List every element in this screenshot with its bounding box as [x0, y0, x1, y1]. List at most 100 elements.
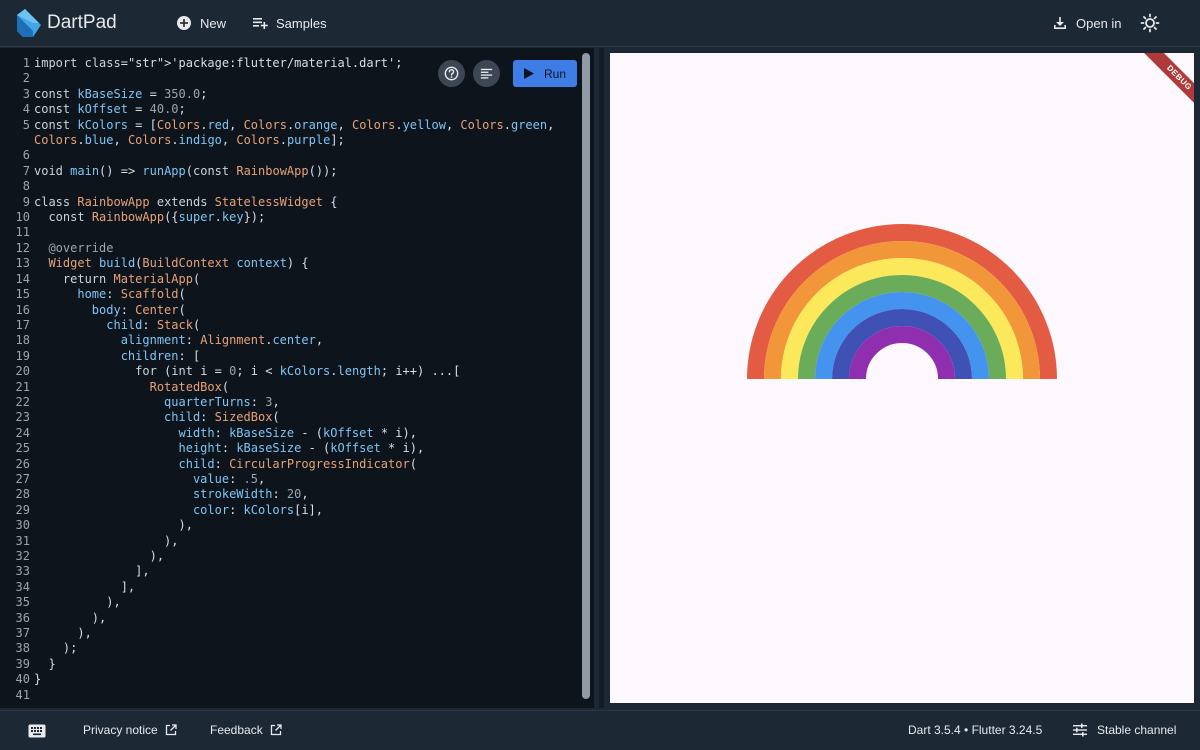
code-line[interactable]: @override	[34, 241, 554, 256]
code-line[interactable]: Colors.blue, Colors.indigo, Colors.purpl…	[34, 133, 554, 148]
code-line[interactable]	[34, 688, 554, 703]
brightness-icon[interactable]	[1140, 13, 1160, 33]
rainbow-output	[747, 224, 1057, 380]
samples-label: Samples	[276, 15, 327, 31]
add-circle-icon	[177, 16, 191, 30]
code-line[interactable]: ),	[34, 549, 554, 564]
code-line[interactable]: alignment: Alignment.center,	[34, 333, 554, 348]
code-line[interactable]: for (int i = 0; i < kColors.length; i++)…	[34, 364, 554, 379]
line-number: 7	[22, 163, 30, 178]
samples-button[interactable]: Samples	[252, 13, 327, 33]
run-button[interactable]: Run	[513, 60, 577, 87]
code-line[interactable]: ],	[34, 580, 554, 595]
code-line[interactable]: }	[34, 672, 554, 687]
line-number: 13	[15, 256, 30, 271]
line-number: 39	[15, 656, 30, 671]
open-in-button[interactable]: Open in	[1052, 13, 1122, 33]
line-number: 37	[15, 626, 30, 641]
code-line[interactable]: );	[34, 641, 554, 656]
editor-scrollbar[interactable]	[582, 53, 590, 699]
code-line[interactable]: child: SizedBox(	[34, 410, 554, 425]
code-text[interactable]: import class="str">'package:flutter/mate…	[34, 56, 554, 703]
line-number: 29	[15, 502, 30, 517]
code-line[interactable]: body: Center(	[34, 303, 554, 318]
download-icon	[1054, 17, 1066, 29]
code-line[interactable]: }	[34, 657, 554, 672]
channel-label: Stable channel	[1097, 723, 1177, 737]
code-line[interactable]: value: .5,	[34, 472, 554, 487]
privacy-notice-label: Privacy notice	[83, 723, 158, 737]
code-line[interactable]: children: [	[34, 349, 554, 364]
line-number: 19	[15, 348, 30, 363]
code-line[interactable]: const kOffset = 40.0;	[34, 102, 554, 117]
line-number: 5	[22, 117, 30, 132]
playlist-add-icon	[253, 18, 268, 29]
code-line[interactable]: ),	[34, 611, 554, 626]
code-line[interactable]	[34, 148, 554, 163]
code-line[interactable]: height: kBaseSize - (kOffset * i),	[34, 441, 554, 456]
line-number: 27	[15, 471, 30, 486]
code-line[interactable]: class RainbowApp extends StatelessWidget…	[34, 195, 554, 210]
line-number: 15	[15, 287, 30, 302]
app-preview[interactable]: DEBUG	[610, 53, 1194, 703]
split-divider-handle[interactable]	[599, 48, 604, 708]
rainbow-arc	[849, 326, 955, 380]
code-line[interactable]: const kColors = [Colors.red, Colors.oran…	[34, 118, 554, 133]
format-button[interactable]	[473, 60, 500, 87]
line-number: 24	[15, 425, 30, 440]
channel-selector[interactable]: Stable channel	[1073, 723, 1176, 737]
help-button[interactable]	[438, 60, 465, 87]
code-line[interactable]: ),	[34, 518, 554, 533]
line-number: 23	[15, 410, 30, 425]
keyboard-icon[interactable]	[28, 724, 46, 738]
line-number: 30	[15, 518, 30, 533]
code-line[interactable]: const kBaseSize = 350.0;	[34, 87, 554, 102]
code-line[interactable]: RotatedBox(	[34, 380, 554, 395]
line-number: 32	[15, 549, 30, 563]
version-info: Dart 3.5.4 • Flutter 3.24.5	[908, 723, 1043, 737]
code-editor[interactable]: 12345 6 7 8 9 10 11 12 13 14 15 16 17 18 19 20 21 22 23 24…	[0, 48, 594, 708]
code-line[interactable]: ),	[34, 595, 554, 610]
line-number: 35	[15, 595, 30, 610]
code-line[interactable]: width: kBaseSize - (kOffset * i),	[34, 426, 554, 441]
format-align-left-icon	[480, 68, 493, 79]
line-number	[0, 133, 30, 148]
code-line[interactable]: ),	[34, 534, 554, 549]
feedback-label: Feedback	[210, 723, 263, 737]
code-line[interactable]: const RainbowApp({super.key});	[34, 210, 554, 225]
line-number: 22	[15, 394, 30, 409]
line-number: 28	[15, 487, 30, 502]
code-line[interactable]: Widget build(BuildContext context) {	[34, 256, 554, 271]
code-line[interactable]: color: kColors[i],	[34, 503, 554, 518]
code-line[interactable]: return MaterialApp(	[34, 272, 554, 287]
top-bar: DartPad New Samples Open in	[0, 0, 1200, 47]
new-button[interactable]: New	[176, 13, 226, 33]
new-label: New	[200, 15, 227, 31]
app-title: DartPad	[47, 12, 117, 33]
open-in-label: Open in	[1076, 15, 1122, 31]
line-number: 20	[15, 364, 30, 379]
line-number: 18	[15, 333, 30, 348]
code-line[interactable]: home: Scaffold(	[34, 287, 554, 302]
line-number: 6	[22, 148, 30, 163]
open-in-new-icon	[165, 724, 177, 736]
code-line[interactable]: quarterTurns: 3,	[34, 395, 554, 410]
code-line[interactable]	[34, 225, 554, 240]
line-number: 38	[15, 641, 30, 656]
debug-banner: DEBUG	[1135, 53, 1194, 122]
line-number: 16	[15, 302, 30, 317]
code-line[interactable]: child: Stack(	[34, 318, 554, 333]
code-line[interactable]: ],	[34, 564, 554, 579]
line-number: 3	[22, 86, 30, 101]
privacy-notice-link[interactable]: Privacy notice	[83, 723, 177, 737]
help-icon	[444, 66, 459, 81]
feedback-link[interactable]: Feedback	[210, 723, 282, 737]
code-line[interactable]	[34, 179, 554, 194]
line-number: 10	[15, 210, 30, 225]
code-line[interactable]: ),	[34, 626, 554, 641]
code-line[interactable]: child: CircularProgressIndicator(	[34, 457, 554, 472]
code-line[interactable]: void main() => runApp(const RainbowApp()…	[34, 164, 554, 179]
dart-logo-icon	[17, 9, 41, 37]
code-line[interactable]: strokeWidth: 20,	[34, 487, 554, 502]
line-number: 11	[15, 225, 30, 240]
